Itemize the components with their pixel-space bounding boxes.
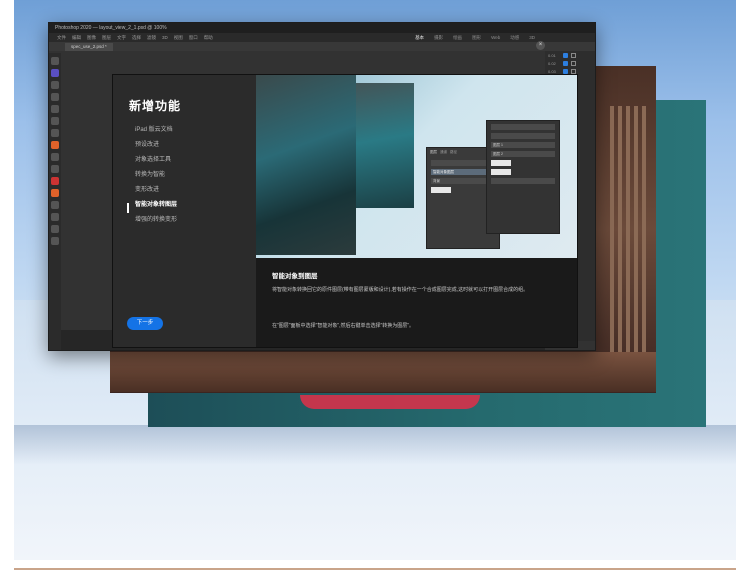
lasso-tool-icon[interactable] <box>51 81 59 89</box>
workspace-tab[interactable]: 动感 <box>510 33 519 42</box>
share-icon[interactable] <box>51 189 59 197</box>
workspace-switcher: 基本 摄影 绘画 图形 Web 动感 3D <box>415 33 535 42</box>
red-light-accent <box>300 395 480 409</box>
preview-thumb <box>491 160 511 166</box>
dialog-heading: 新增功能 <box>129 99 182 113</box>
layer-row[interactable]: 0.01 <box>548 52 592 59</box>
feature-item[interactable]: 转换为智能 <box>135 168 177 183</box>
hand-tool-icon[interactable] <box>51 237 59 245</box>
layer-row[interactable]: 0.03 <box>548 68 592 75</box>
menu-item[interactable]: 文件 <box>57 33 66 42</box>
coastal-rock-photo <box>256 75 356 255</box>
feature-item[interactable]: 增强的转换变形 <box>135 213 177 228</box>
menu-item[interactable]: 文字 <box>117 33 126 42</box>
preview-layers-panel: 图层 1 图层 2 <box>486 120 560 234</box>
preview-panel-tab: 通道 <box>440 150 447 154</box>
crop-tool-icon[interactable] <box>51 93 59 101</box>
workspace-tab[interactable]: 3D <box>529 33 535 42</box>
feature-item[interactable]: 对象选择工具 <box>135 153 177 168</box>
feature-item[interactable]: 预设改进 <box>135 138 177 153</box>
selected-indicator <box>127 203 129 213</box>
pen-tool-icon[interactable] <box>51 201 59 209</box>
next-button[interactable]: 下一步 <box>127 317 163 330</box>
menu-item[interactable]: 视图 <box>174 33 183 42</box>
menu-item[interactable]: 帮助 <box>204 33 213 42</box>
blind-slat <box>610 106 614 366</box>
menu-item[interactable]: 窗口 <box>189 33 198 42</box>
feature-paragraph: 将智能对象转换回它的原件图层(带有图层蒙版和设计),若有操作在一个合成图层完成,… <box>272 287 529 293</box>
preview-row: 图层 1 <box>491 142 555 148</box>
menu-item[interactable]: 选择 <box>132 33 141 42</box>
eraser-tool-icon[interactable] <box>51 153 59 161</box>
blind-slat <box>626 106 630 366</box>
feature-paragraph: 在"图层"面板中选择"智能对象",然后右键单击选择"转换为图层"。 <box>272 323 415 329</box>
close-dialog-button[interactable]: × <box>536 41 545 50</box>
preview-row <box>491 133 555 139</box>
workspace-tab[interactable]: 绘画 <box>453 33 462 42</box>
feature-item-selected[interactable]: 智能对象转图层 <box>135 198 177 213</box>
window-title: Photoshop 2020 — layout_view_2_1.psd @ 1… <box>49 23 595 33</box>
table-edge <box>110 352 656 392</box>
preview-thumb <box>431 187 451 193</box>
workspace-tab[interactable]: 摄影 <box>434 33 443 42</box>
menu-item[interactable]: 编辑 <box>72 33 81 42</box>
whats-new-nav: 新增功能 iPad 版云文档 预设改进 对象选择工具 转换为智能 变形改进 智能… <box>113 75 256 347</box>
feature-item[interactable]: iPad 版云文档 <box>135 123 177 138</box>
floor-shadow <box>14 425 736 465</box>
options-bar <box>49 42 595 51</box>
feature-item[interactable]: 变形改进 <box>135 183 177 198</box>
blind-slat <box>634 106 638 366</box>
feature-preview-image: 图层 通道 路径 智能对象图层 背景 图层 1 图层 2 <box>256 75 577 258</box>
menu-item[interactable]: 图层 <box>102 33 111 42</box>
preview-thumb <box>491 169 511 175</box>
menu-item[interactable]: 图像 <box>87 33 96 42</box>
bottom-rule <box>14 568 736 570</box>
menu-item[interactable]: 3D <box>162 33 168 42</box>
preview-row: 图层 2 <box>491 151 555 157</box>
eyedropper-tool-icon[interactable] <box>51 105 59 113</box>
blind-slat <box>618 106 622 366</box>
menu-item[interactable]: 滤镜 <box>147 33 156 42</box>
feature-description: 智能对象到图层 将智能对象转换回它的原件图层(带有图层蒙版和设计),若有操作在一… <box>256 258 577 347</box>
history-brush-icon[interactable] <box>51 141 59 149</box>
preview-panel-tab: 图层 <box>430 150 437 154</box>
coastal-rock-photo-crop <box>356 83 414 208</box>
stop-recording-icon[interactable] <box>51 177 59 185</box>
blind-slat <box>642 106 646 366</box>
document-tab[interactable]: spec_use_2.psd * <box>65 43 113 51</box>
brush-tool-icon[interactable] <box>51 117 59 125</box>
move-tool-icon[interactable] <box>51 57 59 65</box>
workspace-tab[interactable]: 图形 <box>472 33 481 42</box>
whats-new-dialog: 新增功能 iPad 版云文档 预设改进 对象选择工具 转换为智能 变形改进 智能… <box>113 75 577 347</box>
toolbar <box>49 53 61 350</box>
workspace-tab[interactable]: Web <box>491 33 500 42</box>
feature-title: 智能对象到图层 <box>272 273 318 280</box>
stamp-tool-icon[interactable] <box>51 129 59 137</box>
text-tool-icon[interactable] <box>51 213 59 221</box>
shape-tool-icon[interactable] <box>51 225 59 233</box>
layer-row[interactable]: 0.02 <box>548 60 592 67</box>
workspace-tab[interactable]: 基本 <box>415 33 424 42</box>
feature-list: iPad 版云文档 预设改进 对象选择工具 转换为智能 变形改进 智能对象转图层… <box>135 123 177 228</box>
preview-row <box>491 124 555 130</box>
preview-row <box>491 178 555 184</box>
preview-panel-tab: 路径 <box>450 150 457 154</box>
gradient-tool-icon[interactable] <box>51 165 59 173</box>
photoshop-window: Photoshop 2020 — layout_view_2_1.psd @ 1… <box>48 22 596 351</box>
selection-tool-icon[interactable] <box>51 69 59 77</box>
